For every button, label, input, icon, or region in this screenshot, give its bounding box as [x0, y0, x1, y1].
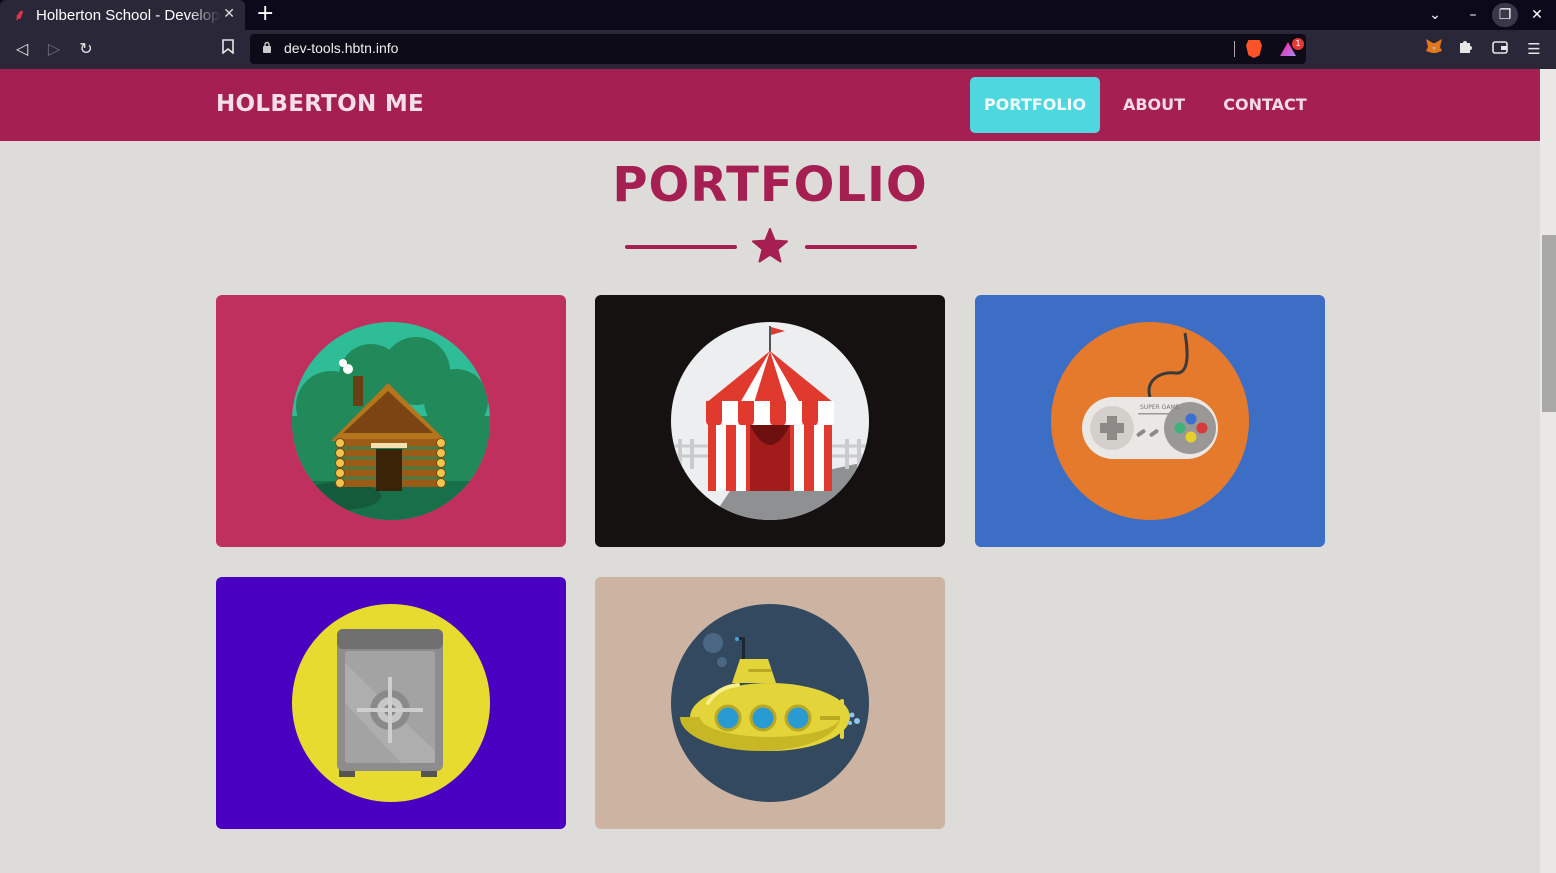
close-tab-icon[interactable]: ✕: [223, 6, 235, 22]
site-brand[interactable]: HOLBERTON ME: [216, 91, 424, 117]
tab-title: Holberton School - Developer tools: [36, 6, 221, 24]
star-icon: [752, 228, 788, 263]
section-title: PORTFOLIO: [612, 157, 928, 213]
url-text: dev-tools.hbtn.info: [284, 40, 399, 56]
tab-list-chevron-down-icon[interactable]: ⌄: [1422, 0, 1448, 30]
address-bar[interactable]: dev-tools.hbtn.info 1: [250, 34, 1306, 64]
site-navbar: HOLBERTON ME PORTFOLIO ABOUT CONTACT: [0, 69, 1540, 141]
new-tab-button[interactable]: +: [256, 2, 274, 26]
bookmark-icon[interactable]: [217, 38, 239, 60]
portfolio-item-cabin[interactable]: [216, 295, 566, 547]
web-page: HOLBERTON ME PORTFOLIO ABOUT CONTACT POR…: [0, 69, 1540, 873]
safe-icon: [292, 604, 490, 802]
divider-line-right: [805, 245, 917, 249]
game-controller-icon: SUPER GAME: [1051, 322, 1249, 520]
holberton-favicon-icon: ⸙: [14, 6, 26, 24]
submarine-icon: [671, 604, 869, 802]
portfolio-item-circus-tent[interactable]: [595, 295, 945, 547]
close-window-icon[interactable]: ✕: [1524, 0, 1550, 30]
controller-label: SUPER GAME: [1140, 404, 1180, 411]
lock-icon: [262, 41, 272, 55]
forward-icon[interactable]: ▷: [43, 38, 65, 60]
brave-shields-icon[interactable]: [1246, 40, 1262, 58]
restore-window-icon[interactable]: ❐: [1492, 3, 1518, 27]
menu-hamburger-icon[interactable]: ☰: [1523, 38, 1545, 60]
circus-tent-icon: [671, 322, 869, 520]
reload-icon[interactable]: ↻: [75, 38, 97, 60]
portfolio-item-submarine[interactable]: [595, 577, 945, 829]
divider-line-left: [625, 245, 737, 249]
metamask-fox-icon[interactable]: [1423, 38, 1445, 60]
wallet-icon[interactable]: [1489, 38, 1511, 60]
nav-portfolio[interactable]: PORTFOLIO: [970, 77, 1100, 133]
nav-contact[interactable]: CONTACT: [1210, 77, 1320, 133]
cabin-icon: [292, 322, 490, 520]
back-icon[interactable]: ◁: [11, 38, 33, 60]
browser-toolbar: ◁ ▷ ↻ dev-tools.hbtn.info 1 ☰: [0, 30, 1556, 69]
extensions-puzzle-icon[interactable]: [1455, 38, 1477, 60]
address-bar-divider: [1234, 41, 1235, 57]
portfolio-item-safe[interactable]: [216, 577, 566, 829]
scrollbar-thumb[interactable]: [1542, 235, 1556, 412]
portfolio-item-game-controller[interactable]: SUPER GAME: [975, 295, 1325, 547]
browser-tab-bar: ⸙ Holberton School - Developer tools ✕ +…: [0, 0, 1556, 30]
nav-about[interactable]: ABOUT: [1110, 77, 1198, 133]
browser-tab[interactable]: ⸙ Holberton School - Developer tools ✕: [0, 0, 245, 30]
minimize-window-icon[interactable]: –: [1460, 0, 1486, 30]
page-scrollbar[interactable]: [1540, 69, 1556, 873]
rewards-badge: 1: [1292, 38, 1304, 50]
